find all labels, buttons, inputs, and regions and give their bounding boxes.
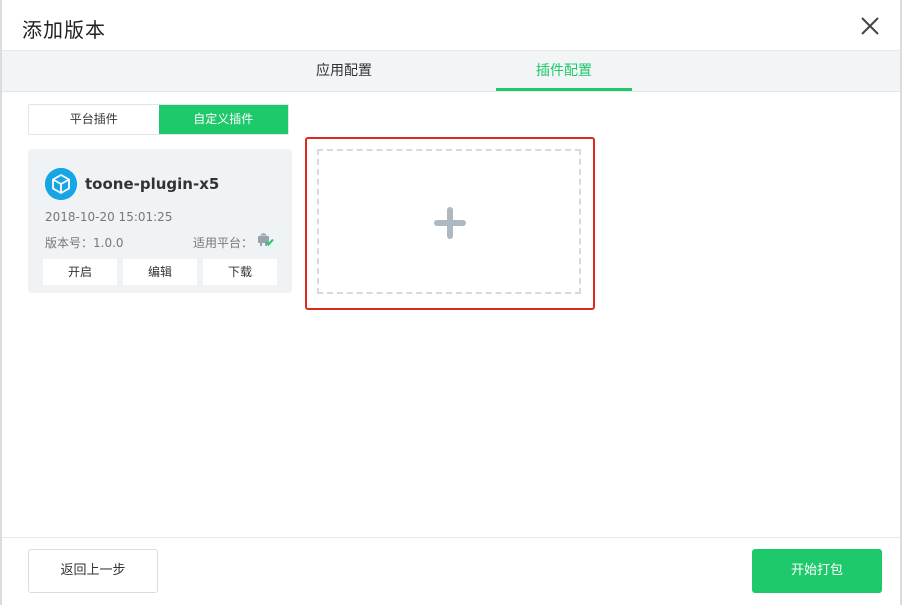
plugin-name: toone-plugin-x5	[85, 175, 220, 193]
dialog-title: 添加版本	[22, 18, 106, 42]
add-version-dialog: 添加版本 应用配置 插件配置 平台插件 自定义插件 toone-plugin-x…	[0, 0, 902, 605]
android-check-icon	[256, 231, 274, 247]
start-build-button[interactable]: 开始打包	[752, 549, 882, 593]
enable-button[interactable]: 开启	[43, 259, 117, 285]
tab-app-config[interactable]: 应用配置	[276, 51, 412, 91]
edit-button[interactable]: 编辑	[123, 259, 197, 285]
plugin-type-switch: 平台插件 自定义插件	[28, 104, 289, 135]
plugin-platform-label: 适用平台：	[193, 236, 254, 250]
add-plugin-highlight	[305, 137, 595, 310]
plugin-card: toone-plugin-x5 2018-10-20 15:01:25 版本号：…	[28, 149, 292, 293]
segment-custom-plugins[interactable]: 自定义插件	[158, 105, 288, 134]
tab-bar: 应用配置 插件配置	[2, 51, 900, 92]
close-icon[interactable]	[860, 16, 880, 36]
add-plugin-button[interactable]	[317, 149, 581, 294]
plugin-actions: 开启 编辑 下载	[43, 259, 277, 285]
plus-icon	[432, 205, 468, 241]
plugin-logo-icon	[45, 168, 77, 200]
plugin-version: 版本号：1.0.0	[45, 236, 124, 250]
tab-plugin-config[interactable]: 插件配置	[496, 51, 632, 91]
segment-platform-plugins[interactable]: 平台插件	[29, 105, 159, 134]
download-button[interactable]: 下载	[203, 259, 277, 285]
dialog-footer: 返回上一步 开始打包	[2, 537, 900, 605]
back-button[interactable]: 返回上一步	[28, 549, 158, 593]
plugin-date: 2018-10-20 15:01:25	[45, 210, 173, 224]
dialog-header: 添加版本	[2, 0, 900, 51]
